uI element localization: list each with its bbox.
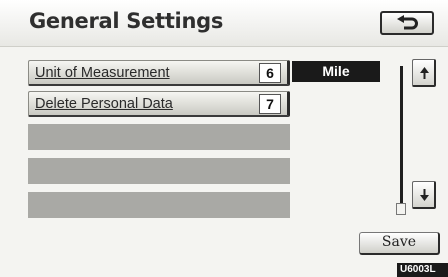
scroll-up-button[interactable] xyxy=(412,59,436,87)
unit-value-display: Mile xyxy=(292,61,380,82)
scroll-down-button[interactable] xyxy=(412,181,436,209)
page-title: General Settings xyxy=(29,9,224,33)
save-button[interactable]: Save xyxy=(359,232,440,255)
unit-of-measurement-button[interactable]: Unit of Measurement 6 xyxy=(28,60,290,86)
scrollbar-track[interactable] xyxy=(400,66,403,208)
scrollbar-thumb[interactable] xyxy=(396,203,406,215)
delete-personal-data-label: Delete Personal Data xyxy=(35,96,173,112)
back-button[interactable] xyxy=(380,11,434,35)
empty-list-row xyxy=(28,158,290,184)
setting-number-badge: 7 xyxy=(259,94,281,114)
delete-personal-data-button[interactable]: Delete Personal Data 7 xyxy=(28,91,290,117)
empty-list-row xyxy=(28,124,290,150)
setting-number-badge: 6 xyxy=(259,63,281,83)
empty-list-row xyxy=(28,192,290,218)
header-bar: General Settings xyxy=(0,0,448,47)
unit-of-measurement-label: Unit of Measurement xyxy=(35,65,170,81)
document-code-label: U6003L xyxy=(397,263,448,277)
scroll-up-arrow-icon xyxy=(420,67,429,79)
scroll-down-arrow-icon xyxy=(420,189,429,201)
return-arrow-icon xyxy=(397,15,418,30)
